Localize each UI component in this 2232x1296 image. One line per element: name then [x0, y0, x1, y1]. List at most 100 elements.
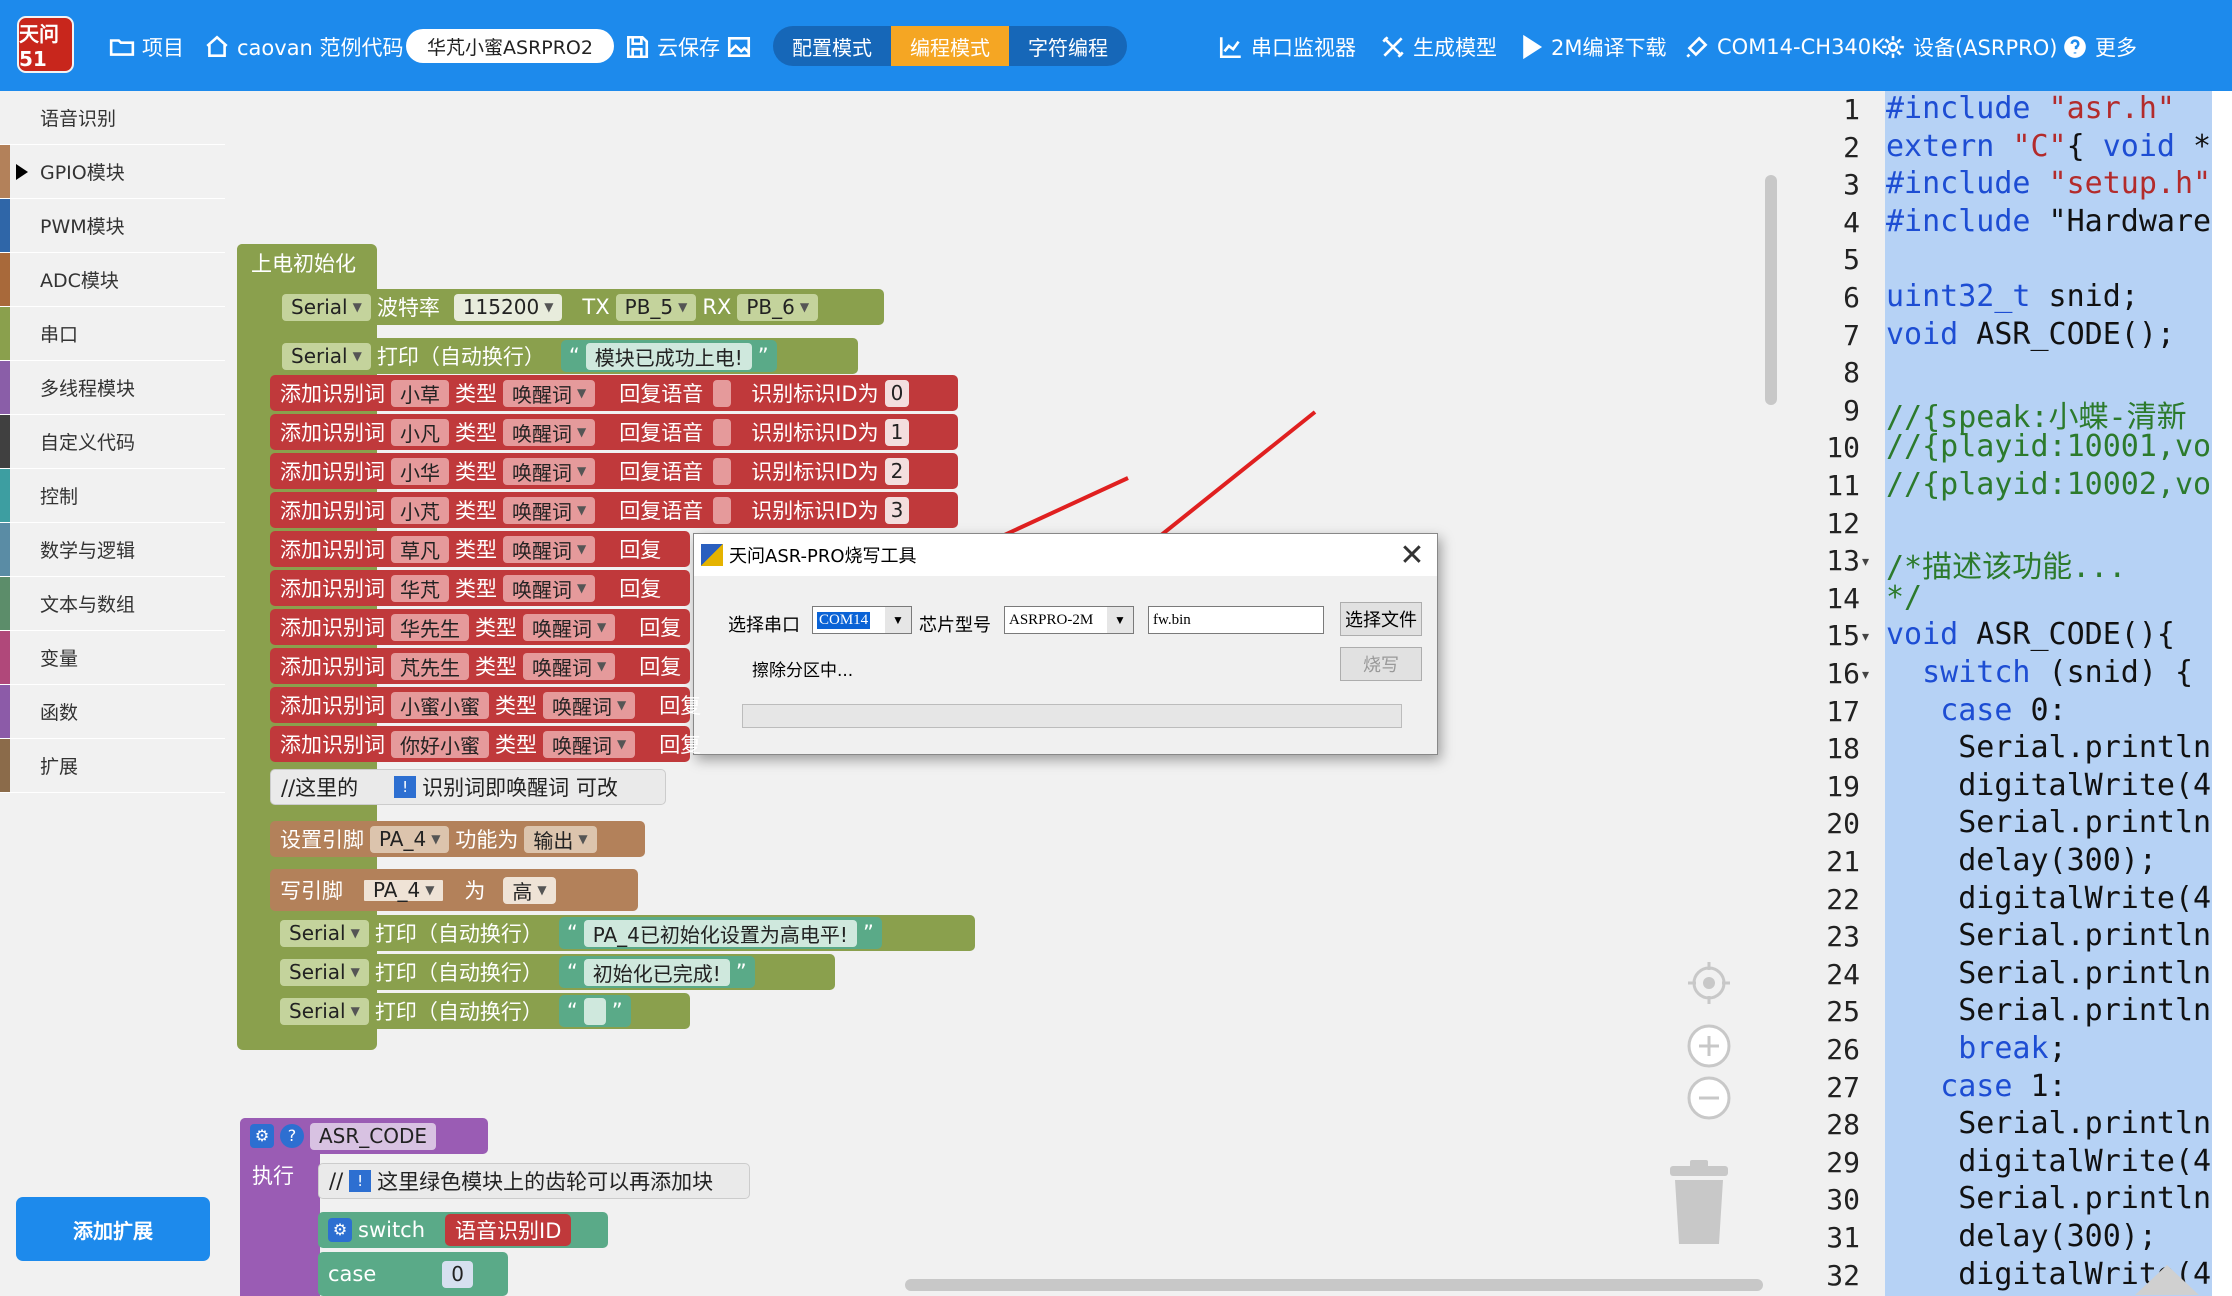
code-line[interactable]: switch (snid) { — [1886, 655, 2193, 690]
more-button[interactable]: 更多 — [2062, 30, 2137, 64]
serial-begin-block[interactable]: Serial ▼ 波特率 115200 ▼ TX PB_5 ▼ RX PB_6 ▼ — [272, 289, 884, 325]
chip-select[interactable]: ASRPRO-2M ▼ — [1004, 606, 1134, 634]
code-line[interactable]: //{playid:10001,vo — [1886, 429, 2211, 464]
comment-block[interactable]: // ! 这里绿色模块上的齿轮可以再添加块 — [318, 1163, 750, 1199]
serial-dropdown[interactable]: Serial ▼ — [280, 919, 369, 947]
add-keyword-block[interactable]: 添加识别词 芃先生 类型 唤醒词 ▼ 回复 — [270, 648, 690, 684]
reply-voice-field[interactable] — [713, 496, 732, 524]
logo[interactable]: 天问51 — [17, 16, 74, 73]
code-line[interactable]: Serial.println — [1886, 730, 2211, 765]
category-text-array[interactable]: 文本与数组 — [0, 577, 225, 631]
keyword-id-field[interactable]: 2 — [884, 457, 910, 485]
code-line[interactable]: digitalWrite(4 — [1886, 881, 2211, 916]
burn-button[interactable]: 烧写 — [1340, 647, 1422, 681]
category-pwm[interactable]: PWM模块 — [0, 199, 225, 253]
mode-program[interactable]: 编程模式 — [891, 26, 1009, 66]
category-control[interactable]: 控制 — [0, 469, 225, 523]
serial-dropdown[interactable]: Serial ▼ — [282, 293, 371, 321]
keyword-type-dropdown[interactable]: 唤醒词 ▼ — [503, 457, 596, 485]
mode-config[interactable]: 配置模式 — [773, 26, 891, 66]
case-value-field[interactable]: 0 — [442, 1260, 474, 1288]
pin-dropdown[interactable]: PA_4 ▼ — [370, 825, 450, 853]
zoom-out-icon[interactable] — [1686, 1075, 1732, 1121]
add-keyword-block[interactable]: 添加识别词 你好小蜜 类型 唤醒词 ▼ 回复 — [270, 726, 701, 762]
workspace-horizontal-scrollbar[interactable] — [905, 1279, 1763, 1291]
keyword-type-dropdown[interactable]: 唤醒词 ▼ — [543, 691, 636, 719]
asr-id-block[interactable]: 语音识别ID — [445, 1214, 572, 1246]
category-variables[interactable]: 变量 — [0, 631, 225, 685]
serial-dropdown[interactable]: Serial ▼ — [280, 958, 369, 986]
add-keyword-block[interactable]: 添加识别词 草凡 类型 唤醒词 ▼ 回复 — [270, 531, 690, 567]
serial-monitor-button[interactable]: 串口监视器 — [1218, 30, 1356, 64]
reply-voice-field[interactable] — [713, 418, 732, 446]
category-multithread[interactable]: 多线程模块 — [0, 361, 225, 415]
code-line[interactable]: case 0: — [1886, 693, 2066, 728]
init-block-header[interactable]: 上电初始化 — [237, 244, 366, 282]
text-field[interactable]: 初始化已完成! — [583, 958, 730, 986]
pin-dropdown[interactable]: PA_4 ▼ — [361, 876, 447, 904]
text-block[interactable]: “ 初始化已完成! ” — [558, 956, 755, 988]
keyword-id-field[interactable]: 0 — [884, 379, 910, 407]
dialog-titlebar[interactable]: 天问ASR-PRO烧写工具 — [694, 534, 1437, 576]
text-block[interactable]: “ ” — [558, 995, 631, 1027]
image-button[interactable] — [726, 30, 752, 64]
tx-pin-dropdown[interactable]: PB_5 ▼ — [615, 293, 697, 321]
keyword-text-field[interactable]: 小芃 — [391, 496, 449, 524]
keyword-id-field[interactable]: 3 — [884, 496, 910, 524]
generate-model-button[interactable]: 生成模型 — [1380, 30, 1497, 64]
keyword-text-field[interactable]: 小蜜小蜜 — [391, 691, 489, 719]
serial-port-button[interactable]: COM14-CH340K — [1684, 30, 1885, 64]
level-dropdown[interactable]: 高 ▼ — [503, 876, 556, 904]
keyword-text-field[interactable]: 华先生 — [391, 613, 469, 641]
zoom-in-icon[interactable] — [1686, 1023, 1732, 1069]
code-line[interactable]: Serial.println — [1886, 956, 2211, 991]
code-line[interactable]: delay(300); — [1886, 1219, 2157, 1254]
keyword-type-dropdown[interactable]: 唤醒词 ▼ — [503, 496, 596, 524]
digital-write-block[interactable]: 写引脚 PA_4 ▼ 为 高 ▼ — [270, 869, 638, 911]
set-pin-mode-block[interactable]: 设置引脚 PA_4 ▼ 功能为 输出 ▼ — [270, 821, 645, 857]
code-editor[interactable]: 1 #include "asr.h" 2 extern "C"{ void * 3 #in… — [1790, 91, 2232, 1296]
category-math-logic[interactable]: 数学与逻辑 — [0, 523, 225, 577]
add-extension-button[interactable]: 添加扩展 — [16, 1197, 210, 1261]
code-line[interactable]: Serial.println — [1886, 1181, 2211, 1216]
code-line[interactable]: Serial.println — [1886, 918, 2211, 953]
recenter-icon[interactable] — [1686, 960, 1732, 1006]
keyword-type-dropdown[interactable]: 唤醒词 ▼ — [503, 418, 596, 446]
code-line[interactable]: void ASR_CODE(){ — [1886, 617, 2175, 652]
text-block[interactable]: “ PA_4已初始化设置为高电平! ” — [558, 917, 882, 949]
gear-icon[interactable]: ⚙ — [328, 1218, 352, 1242]
keyword-type-dropdown[interactable]: 唤醒词 ▼ — [523, 652, 616, 680]
code-line[interactable]: Serial.println — [1886, 1106, 2211, 1141]
code-line[interactable]: Serial.println — [1886, 993, 2211, 1028]
mode-text-program[interactable]: 字符编程 — [1009, 26, 1127, 66]
keyword-text-field[interactable]: 你好小蜜 — [391, 730, 489, 758]
add-keyword-block[interactable]: 添加识别词 小凡 类型 唤醒词 ▼ 回复语音 识别标识ID为 1 — [270, 414, 958, 450]
category-serial[interactable]: 串口 — [0, 307, 225, 361]
text-field[interactable] — [583, 997, 606, 1025]
keyword-type-dropdown[interactable]: 唤醒词 ▼ — [503, 574, 596, 602]
category-custom-code[interactable]: 自定义代码 — [0, 415, 225, 469]
gear-icon[interactable]: ⚙ — [250, 1124, 274, 1148]
workspace-vertical-scrollbar[interactable] — [1765, 175, 1777, 405]
help-icon[interactable]: ? — [280, 1124, 304, 1148]
category-speech[interactable]: 语音识别 — [0, 91, 225, 145]
project-name-field[interactable]: 华芃小蜜ASRPRO2 — [406, 29, 614, 63]
category-functions[interactable]: 函数 — [0, 685, 225, 739]
add-keyword-block[interactable]: 添加识别词 华先生 类型 唤醒词 ▼ 回复 — [270, 609, 690, 645]
code-line[interactable]: uint32_t snid; — [1886, 279, 2139, 314]
trash-icon[interactable] — [1666, 1160, 1732, 1246]
case-block[interactable]: case 0 — [318, 1252, 508, 1296]
baud-rate-dropdown[interactable]: 115200 ▼ — [453, 293, 563, 321]
keyword-text-field[interactable]: 草凡 — [391, 535, 449, 563]
category-extensions[interactable]: 扩展 — [0, 739, 225, 793]
port-select[interactable]: COM14 ▼ — [812, 606, 912, 634]
code-line[interactable]: */ — [1886, 580, 1922, 615]
fold-toggle-icon[interactable]: ▾ — [1862, 629, 1869, 645]
reply-voice-field[interactable] — [713, 457, 732, 485]
serial-dropdown[interactable]: Serial ▼ — [280, 997, 369, 1025]
code-line[interactable]: //{playid:10002,vo — [1886, 467, 2211, 502]
keyword-type-dropdown[interactable]: 唤醒词 ▼ — [503, 535, 596, 563]
code-line[interactable]: break; — [1886, 1031, 2066, 1066]
code-line[interactable]: digitalWrite(4 — [1886, 768, 2211, 803]
keyword-text-field[interactable]: 华芃 — [391, 574, 449, 602]
